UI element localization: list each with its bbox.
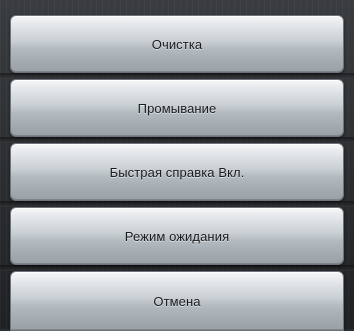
standby-mode-button[interactable]: Режим ожидания [10, 207, 344, 265]
standby-mode-button-label: Режим ожидания [124, 228, 230, 244]
quick-help-on-button-label: Быстрая справка Вкл. [109, 164, 245, 180]
cleaning-button[interactable]: Очистка [10, 15, 344, 73]
cancel-button[interactable]: Отмена [10, 271, 344, 331]
cancel-button-label: Отмена [153, 293, 201, 309]
rinsing-button[interactable]: Промывание [10, 79, 344, 137]
context-menu: Очистка Промывание Быстрая справка Вкл. … [0, 0, 354, 331]
rinsing-button-label: Промывание [137, 100, 217, 116]
quick-help-on-button[interactable]: Быстрая справка Вкл. [10, 143, 344, 201]
cleaning-button-label: Очистка [151, 36, 203, 52]
